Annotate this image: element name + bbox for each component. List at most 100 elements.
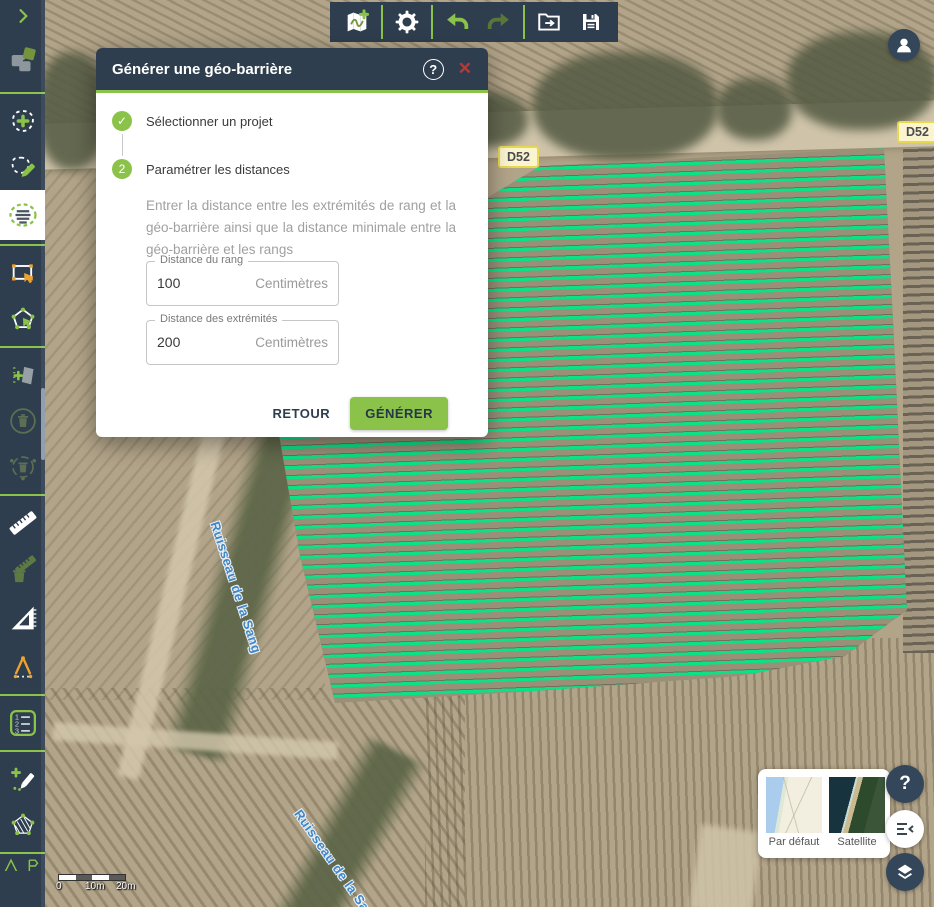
select-by-rectangle-button[interactable] <box>0 250 45 296</box>
step-connector <box>122 134 473 156</box>
end-distance-field: Distance des extrémités Centimètres <box>146 320 339 365</box>
toolbar-divider <box>431 5 433 39</box>
dirt-track <box>689 824 762 907</box>
dialog-body: ✓ Sélectionner un projet 2 Paramétrer le… <box>96 93 488 430</box>
dialog-help-button[interactable]: ? <box>423 59 444 80</box>
sidebar-scrollbar-thumb[interactable] <box>41 388 45 460</box>
tool-sidebar: 1 2 3 <box>0 0 45 907</box>
redo-icon <box>485 8 513 36</box>
basemap-default-thumbnail[interactable] <box>766 777 822 833</box>
layers-icon <box>894 861 916 883</box>
layers-button[interactable] <box>886 853 924 891</box>
dialog-header: Générer une géo-barrière ? ✕ <box>96 48 488 90</box>
select-by-polygon-button[interactable] <box>0 296 45 342</box>
chevron-right-icon <box>13 6 33 26</box>
toolbar-divider <box>523 5 525 39</box>
user-avatar[interactable] <box>888 29 920 61</box>
delete-plot-button[interactable] <box>0 398 45 444</box>
row-distance-unit: Centimètres <box>255 276 328 291</box>
step-number-badge: 2 <box>112 159 132 179</box>
sidebar-divider <box>0 92 45 94</box>
clipped-tool-icon <box>27 858 41 871</box>
ruler-trash-icon <box>8 554 38 584</box>
edit-area-icon <box>9 153 37 181</box>
person-icon <box>893 34 915 56</box>
sidebar-divider <box>0 346 45 348</box>
close-icon[interactable]: ✕ <box>458 59 472 79</box>
map-scale-bar: 0 10m 20m <box>58 874 138 893</box>
dialog-description: Entrer la distance entre les extrémités … <box>146 195 456 261</box>
step-done-check-icon: ✓ <box>112 111 132 131</box>
sidebar-divider <box>0 694 45 696</box>
step-label: Sélectionner un projet <box>146 114 272 129</box>
add-area-icon <box>9 107 37 135</box>
step-label: Paramétrer les distances <box>146 162 290 177</box>
sidebar-divider <box>0 750 45 752</box>
dialog-title: Générer une géo-barrière <box>112 61 423 78</box>
open-project-button[interactable] <box>528 2 570 42</box>
set-square-button[interactable] <box>0 592 45 644</box>
road-label: D52 <box>498 146 539 168</box>
generate-rows-button[interactable] <box>0 190 45 240</box>
dialog-actions: RETOUR GÉNÉRER <box>112 379 472 430</box>
undo-button[interactable] <box>436 2 478 42</box>
row-distance-label: Distance du rang <box>155 254 248 266</box>
back-button[interactable]: RETOUR <box>273 406 331 421</box>
expand-sidebar-button[interactable] <box>0 0 45 32</box>
basemap-option-satellite[interactable]: Satellite <box>829 777 885 850</box>
scale-bar-ticks: 0 10m 20m <box>58 881 138 893</box>
tree-line <box>717 78 792 140</box>
numbered-list-icon: 1 2 3 <box>8 708 38 738</box>
legend-collapse-icon <box>893 817 917 841</box>
neighbor-vineyard <box>903 148 934 653</box>
end-distance-label: Distance des extrémités <box>155 313 282 325</box>
plots-manager-button[interactable] <box>0 32 45 88</box>
add-annotation-button[interactable] <box>0 756 45 802</box>
map-plus-icon <box>343 8 371 36</box>
gear-icon <box>394 9 420 35</box>
annotation-zone-button[interactable] <box>0 802 45 848</box>
measure-button[interactable] <box>0 500 45 546</box>
select-rectangle-icon <box>9 259 37 287</box>
trash-multi-icon <box>8 452 38 482</box>
folder-export-icon <box>536 9 562 35</box>
map-logo-button[interactable] <box>336 2 378 42</box>
undo-icon <box>443 8 471 36</box>
clipped-tool-icon <box>4 858 18 871</box>
scale-bar-segments <box>58 874 126 881</box>
generate-button[interactable]: GÉNÉRER <box>350 397 448 430</box>
delete-measures-button[interactable] <box>0 546 45 592</box>
rows-geofence-icon <box>8 200 38 230</box>
hatched-polygon-icon <box>9 811 37 839</box>
top-toolbar <box>330 2 618 42</box>
basemap-default-label: Par défaut <box>766 836 822 848</box>
compass-icon <box>9 653 37 681</box>
save-button[interactable] <box>570 2 612 42</box>
sidebar-divider <box>0 244 45 246</box>
toolbar-divider <box>381 5 383 39</box>
merge-plot-button[interactable] <box>0 352 45 398</box>
row-distance-input[interactable] <box>157 275 242 291</box>
basemap-selector: Par défaut Satellite <box>758 769 890 858</box>
add-annotation-icon <box>9 765 37 793</box>
basemap-satellite-thumbnail[interactable] <box>829 777 885 833</box>
compass-button[interactable] <box>0 644 45 690</box>
help-button[interactable]: ? <box>886 765 924 803</box>
edit-plot-button[interactable] <box>0 144 45 190</box>
save-icon <box>579 10 603 34</box>
select-polygon-icon <box>9 305 37 333</box>
add-plot-button[interactable] <box>0 98 45 144</box>
merge-plot-icon <box>9 361 37 389</box>
svg-text:3: 3 <box>14 726 18 735</box>
row-numbering-button[interactable]: 1 2 3 <box>0 700 45 746</box>
legend-toggle-button[interactable] <box>886 810 924 848</box>
step-set-distances: 2 Paramétrer les distances <box>112 159 472 179</box>
end-distance-input[interactable] <box>157 334 242 350</box>
redo-button[interactable] <box>478 2 520 42</box>
settings-button[interactable] <box>386 2 428 42</box>
tree-line <box>533 52 718 160</box>
delete-selection-button[interactable] <box>0 444 45 490</box>
ruler-icon <box>8 508 38 538</box>
puzzle-icon <box>8 45 38 75</box>
basemap-option-default[interactable]: Par défaut <box>766 777 822 850</box>
